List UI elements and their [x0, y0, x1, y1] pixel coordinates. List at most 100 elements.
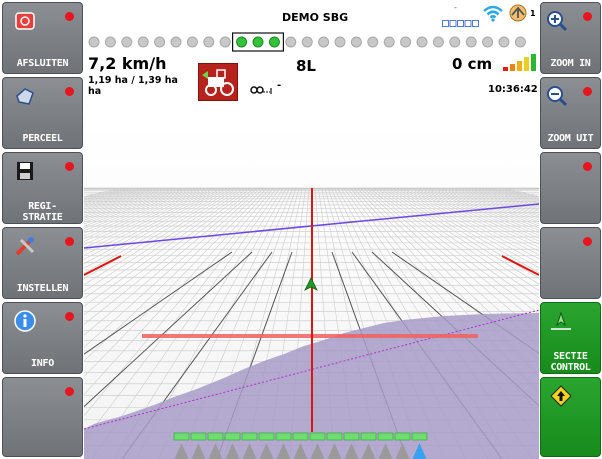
status-dot — [65, 312, 74, 321]
led-inactive — [203, 36, 215, 48]
led-inactive — [383, 36, 395, 48]
led-inactive — [482, 36, 494, 48]
exit-icon — [13, 9, 37, 33]
implement-hitch-icon — [250, 81, 274, 100]
right-button-panel: ZOOM IN ZOOM UIT SECTIE CONTROL — [539, 0, 602, 459]
satellite-count: 1 — [530, 9, 536, 18]
area-readout-unit: ha — [88, 86, 102, 97]
boom-section — [309, 432, 326, 441]
cross-track-offset: 0 cm — [452, 55, 493, 73]
info-button[interactable]: INFO — [2, 302, 83, 374]
led-inactive — [400, 36, 412, 48]
signal-dash: - — [454, 3, 457, 12]
clock: 10:36:42 — [488, 84, 538, 95]
boom-section — [377, 432, 394, 441]
settings-button-label: INSTELLEN — [16, 283, 69, 294]
status-header: DEMO SBG - 1 7,2 km/h 1,19 ha / 1,39 ha … — [84, 0, 539, 120]
tools-icon — [13, 234, 37, 258]
zoom-in-label: ZOOM IN — [550, 58, 591, 69]
led-inactive — [350, 36, 362, 48]
status-dot — [583, 162, 592, 171]
empty-button[interactable] — [540, 152, 601, 224]
lookahead-bar — [142, 334, 478, 338]
led-inactive — [104, 36, 116, 48]
led-inactive — [465, 36, 477, 48]
empty-button[interactable] — [2, 377, 83, 457]
up-arrow-icon — [549, 384, 573, 408]
guidance-3d-view[interactable] — [84, 120, 539, 459]
led-inactive — [318, 36, 330, 48]
status-dot — [65, 387, 74, 396]
info-button-label: INFO — [31, 358, 54, 369]
boom-section — [411, 432, 428, 441]
speed-readout: 7,2 km/h — [88, 54, 167, 73]
status-dot — [65, 87, 74, 96]
led-inactive — [449, 36, 461, 48]
signal-strength-icon — [442, 12, 480, 27]
boom-section — [326, 432, 343, 441]
section-control-button[interactable]: SECTIE CONTROL — [540, 302, 601, 374]
settings-button[interactable]: INSTELLEN — [2, 227, 83, 299]
guidance-line-id: 8L — [296, 57, 316, 75]
registration-label-1: REGI- — [28, 201, 57, 212]
boom-section — [207, 432, 224, 441]
led-inactive — [301, 36, 313, 48]
boom-section — [258, 432, 275, 441]
field-icon — [13, 84, 37, 108]
boom-section — [360, 432, 377, 441]
satellite-icon — [508, 3, 528, 27]
led-inactive — [367, 36, 379, 48]
exit-button[interactable]: AFSLUITEN — [2, 2, 83, 74]
field-button-label: PERCEEL — [22, 133, 63, 144]
boom-section — [343, 432, 360, 441]
led-inactive — [170, 36, 182, 48]
exit-button-label: AFSLUITEN — [16, 58, 69, 69]
section-control-label-1: SECTIE — [553, 351, 588, 362]
led-inactive — [154, 36, 166, 48]
led-inactive — [514, 36, 526, 48]
led-active — [268, 36, 280, 48]
led-inactive — [334, 36, 346, 48]
registration-label-2: STRATIE — [22, 212, 63, 223]
registration-button[interactable]: REGI- STRATIE — [2, 152, 83, 224]
empty-button[interactable] — [540, 227, 601, 299]
led-inactive — [137, 36, 149, 48]
signal-quality-icon — [502, 54, 536, 76]
profile-title: DEMO SBG — [282, 11, 349, 24]
status-dot — [583, 237, 592, 246]
led-inactive — [285, 36, 297, 48]
zoom-out-button[interactable]: ZOOM UIT — [540, 77, 601, 149]
field-button[interactable]: PERCEEL — [2, 77, 83, 149]
led-inactive — [186, 36, 198, 48]
zoom-out-icon — [545, 84, 569, 108]
boom-section — [241, 432, 258, 441]
led-inactive — [498, 36, 510, 48]
status-dot — [65, 12, 74, 21]
guidance-led-bar — [88, 32, 526, 52]
led-inactive — [416, 36, 428, 48]
save-icon — [13, 159, 37, 183]
boom-section — [275, 432, 292, 441]
info-icon — [13, 309, 37, 333]
status-dot — [65, 162, 74, 171]
led-inactive — [432, 36, 444, 48]
zoom-out-label: ZOOM UIT — [547, 133, 594, 144]
boom-section — [190, 432, 207, 441]
boom-section — [173, 432, 190, 441]
section-control-icon — [549, 309, 573, 333]
led-inactive — [121, 36, 133, 48]
up-arrow-button[interactable] — [540, 377, 601, 457]
area-readout: 1,19 ha / 1,39 ha — [88, 75, 178, 86]
status-dot — [583, 12, 592, 21]
boom-section — [224, 432, 241, 441]
boom-section — [394, 432, 411, 441]
zoom-in-button[interactable]: ZOOM IN — [540, 2, 601, 74]
tractor-mode-icon[interactable] — [198, 63, 238, 101]
zoom-in-icon — [545, 9, 569, 33]
implement-value: - — [277, 80, 282, 91]
left-button-panel: AFSLUITEN PERCEEL REGI- STRATIE INSTELLE… — [0, 0, 84, 459]
section-control-label-2: CONTROL — [550, 362, 591, 373]
status-dot — [583, 87, 592, 96]
boom-section — [292, 432, 309, 441]
status-dot — [65, 237, 74, 246]
